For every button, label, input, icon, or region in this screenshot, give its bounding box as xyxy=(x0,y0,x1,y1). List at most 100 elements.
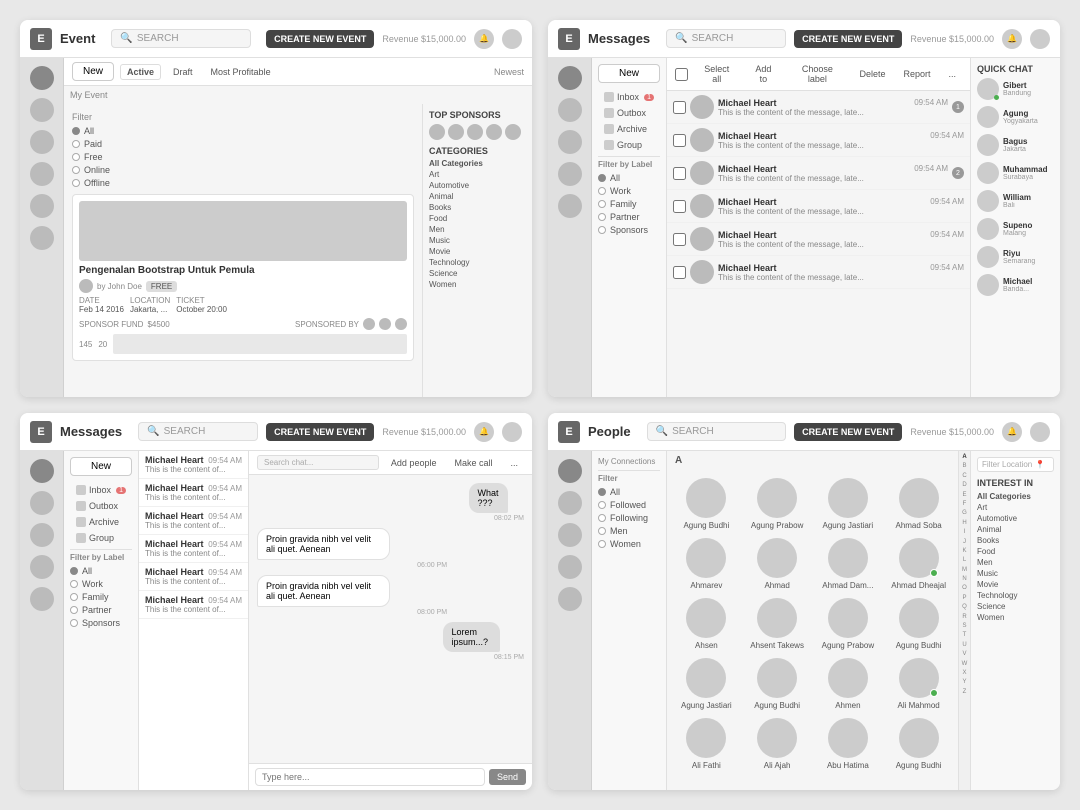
msg-checkbox-5[interactable] xyxy=(673,266,686,279)
person-12[interactable]: Agung Jastiari xyxy=(675,658,738,710)
alpha-B[interactable]: B xyxy=(962,462,966,470)
inbox-item-outbox[interactable]: Outbox xyxy=(598,105,660,121)
person-2[interactable]: Agung Jastiari xyxy=(817,478,880,530)
location-filter-search[interactable]: Filter Location 📍 xyxy=(977,457,1054,472)
tab-active[interactable]: Active xyxy=(120,64,161,80)
alpha-H[interactable]: H xyxy=(962,519,966,527)
create-event-button[interactable]: CREATE NEW EVENT xyxy=(266,30,374,48)
person-10[interactable]: Agung Prabow xyxy=(817,598,880,650)
new-event-button[interactable]: New xyxy=(72,62,114,81)
people-sidebar-5[interactable] xyxy=(558,587,582,611)
messages-top-new-btn[interactable]: New xyxy=(598,64,660,83)
alpha-N[interactable]: N xyxy=(962,575,966,583)
alpha-L[interactable]: L xyxy=(963,556,966,564)
alpha-J[interactable]: J xyxy=(963,538,966,546)
messages-bottom-avatar[interactable] xyxy=(502,422,522,442)
msg-checkbox-2[interactable] xyxy=(673,167,686,180)
qc-item-1[interactable]: Agung Yogyakarta xyxy=(977,106,1054,128)
msg-filter-all[interactable]: All xyxy=(598,173,660,183)
msg-bot-inbox[interactable]: Inbox 1 xyxy=(70,482,132,498)
interest-women[interactable]: Women xyxy=(977,613,1054,622)
msg-bot-item-1[interactable]: Michael Heart 09:54 AM This is the conte… xyxy=(139,479,248,507)
alpha-R[interactable]: R xyxy=(962,613,966,621)
messages-bottom-notification[interactable]: 🔔 xyxy=(474,422,494,442)
person-0[interactable]: Agung Budhi xyxy=(675,478,738,530)
people-sidebar-3[interactable] xyxy=(558,523,582,547)
people-filter-following[interactable]: Following xyxy=(598,513,660,523)
add-people-btn[interactable]: Add people xyxy=(385,456,443,470)
people-sidebar-4[interactable] xyxy=(558,555,582,579)
msg-bot-item-3[interactable]: Michael Heart 09:54 AM This is the conte… xyxy=(139,535,248,563)
alpha-T[interactable]: T xyxy=(963,631,967,639)
interest-all[interactable]: All Categories xyxy=(977,492,1054,501)
alpha-V[interactable]: V xyxy=(962,650,966,658)
alpha-I[interactable]: I xyxy=(964,528,966,536)
qc-item-5[interactable]: Supeno Malang xyxy=(977,218,1054,240)
cat-all[interactable]: All Categories xyxy=(429,159,526,168)
qc-item-2[interactable]: Bagus Jakarta xyxy=(977,134,1054,156)
people-search[interactable]: 🔍 SEARCH xyxy=(647,422,786,441)
alpha-K[interactable]: K xyxy=(962,547,966,555)
msg-top-sidebar-5[interactable] xyxy=(558,194,582,218)
person-16[interactable]: Ali Fathi xyxy=(675,718,738,770)
cat-women[interactable]: Women xyxy=(429,280,526,289)
person-15[interactable]: Ali Mahmod xyxy=(887,658,950,710)
messages-top-search[interactable]: 🔍 SEARCH xyxy=(666,29,786,48)
msg-top-sidebar-3[interactable] xyxy=(558,130,582,154)
person-5[interactable]: Ahmad xyxy=(746,538,809,590)
person-7[interactable]: Ahmad Dheajal xyxy=(887,538,950,590)
inbox-item-group[interactable]: Group xyxy=(598,137,660,153)
chat-search[interactable]: Search chat... xyxy=(257,455,379,470)
person-9[interactable]: Ahsent Takews xyxy=(746,598,809,650)
msg-bot-outbox[interactable]: Outbox xyxy=(70,498,132,514)
msg-bot-item-0[interactable]: Michael Heart 09:54 AM This is the conte… xyxy=(139,451,248,479)
delete-btn[interactable]: Delete xyxy=(853,67,891,81)
alpha-X[interactable]: X xyxy=(962,669,966,677)
msg-top-sidebar-1[interactable] xyxy=(558,66,582,90)
person-19[interactable]: Agung Budhi xyxy=(887,718,950,770)
alpha-G[interactable]: G xyxy=(962,509,967,517)
cat-automotive[interactable]: Automotive xyxy=(429,181,526,190)
alpha-W[interactable]: W xyxy=(962,660,968,668)
alpha-S[interactable]: S xyxy=(962,622,966,630)
msg-item-0[interactable]: Michael Heart 09:54 AM This is the conte… xyxy=(667,91,970,124)
cat-music[interactable]: Music xyxy=(429,236,526,245)
alpha-Q[interactable]: Q xyxy=(962,603,967,611)
filter-paid[interactable]: Paid xyxy=(72,139,414,149)
msg-bot-item-2[interactable]: Michael Heart 09:54 AM This is the conte… xyxy=(139,507,248,535)
person-4[interactable]: Ahmarev xyxy=(675,538,738,590)
msg-bot-archive[interactable]: Archive xyxy=(70,514,132,530)
msg-top-sidebar-4[interactable] xyxy=(558,162,582,186)
people-filter-women[interactable]: Women xyxy=(598,539,660,549)
msg-bot-filter-family[interactable]: Family xyxy=(70,592,132,602)
msg-filter-work[interactable]: Work xyxy=(598,186,660,196)
person-13[interactable]: Agung Budhi xyxy=(746,658,809,710)
msg-checkbox-0[interactable] xyxy=(673,101,686,114)
sidebar-item-5[interactable] xyxy=(30,194,54,218)
people-sidebar-1[interactable] xyxy=(558,459,582,483)
qc-item-0[interactable]: Gibert Bandung xyxy=(977,78,1054,100)
interest-men[interactable]: Men xyxy=(977,558,1054,567)
msg-bot-sidebar-3[interactable] xyxy=(30,523,54,547)
people-create-btn[interactable]: CREATE NEW EVENT xyxy=(794,423,902,441)
msg-bot-filter-work[interactable]: Work xyxy=(70,579,132,589)
messages-bottom-create-btn[interactable]: CREATE NEW EVENT xyxy=(266,423,374,441)
msg-bot-item-5[interactable]: Michael Heart 09:54 AM This is the conte… xyxy=(139,591,248,619)
choose-label-btn[interactable]: Choose label xyxy=(787,62,847,86)
msg-bot-sidebar-4[interactable] xyxy=(30,555,54,579)
msg-bot-filter-partner[interactable]: Partner xyxy=(70,605,132,615)
msg-bot-group[interactable]: Group xyxy=(70,530,132,546)
people-avatar[interactable] xyxy=(1030,422,1050,442)
filter-online[interactable]: Online xyxy=(72,165,414,175)
alpha-D[interactable]: D xyxy=(962,481,966,489)
interest-food[interactable]: Food xyxy=(977,547,1054,556)
qc-item-7[interactable]: Michael Banda... xyxy=(977,274,1054,296)
msg-item-1[interactable]: Michael Heart 09:54 AM This is the conte… xyxy=(667,124,970,157)
msg-bot-sidebar-1[interactable] xyxy=(30,459,54,483)
msg-filter-family[interactable]: Family xyxy=(598,199,660,209)
make-call-btn[interactable]: Make call xyxy=(448,456,498,470)
msg-checkbox-3[interactable] xyxy=(673,200,686,213)
interest-science[interactable]: Science xyxy=(977,602,1054,611)
people-filter-all[interactable]: All xyxy=(598,487,660,497)
msg-bot-filter-all[interactable]: All xyxy=(70,566,132,576)
